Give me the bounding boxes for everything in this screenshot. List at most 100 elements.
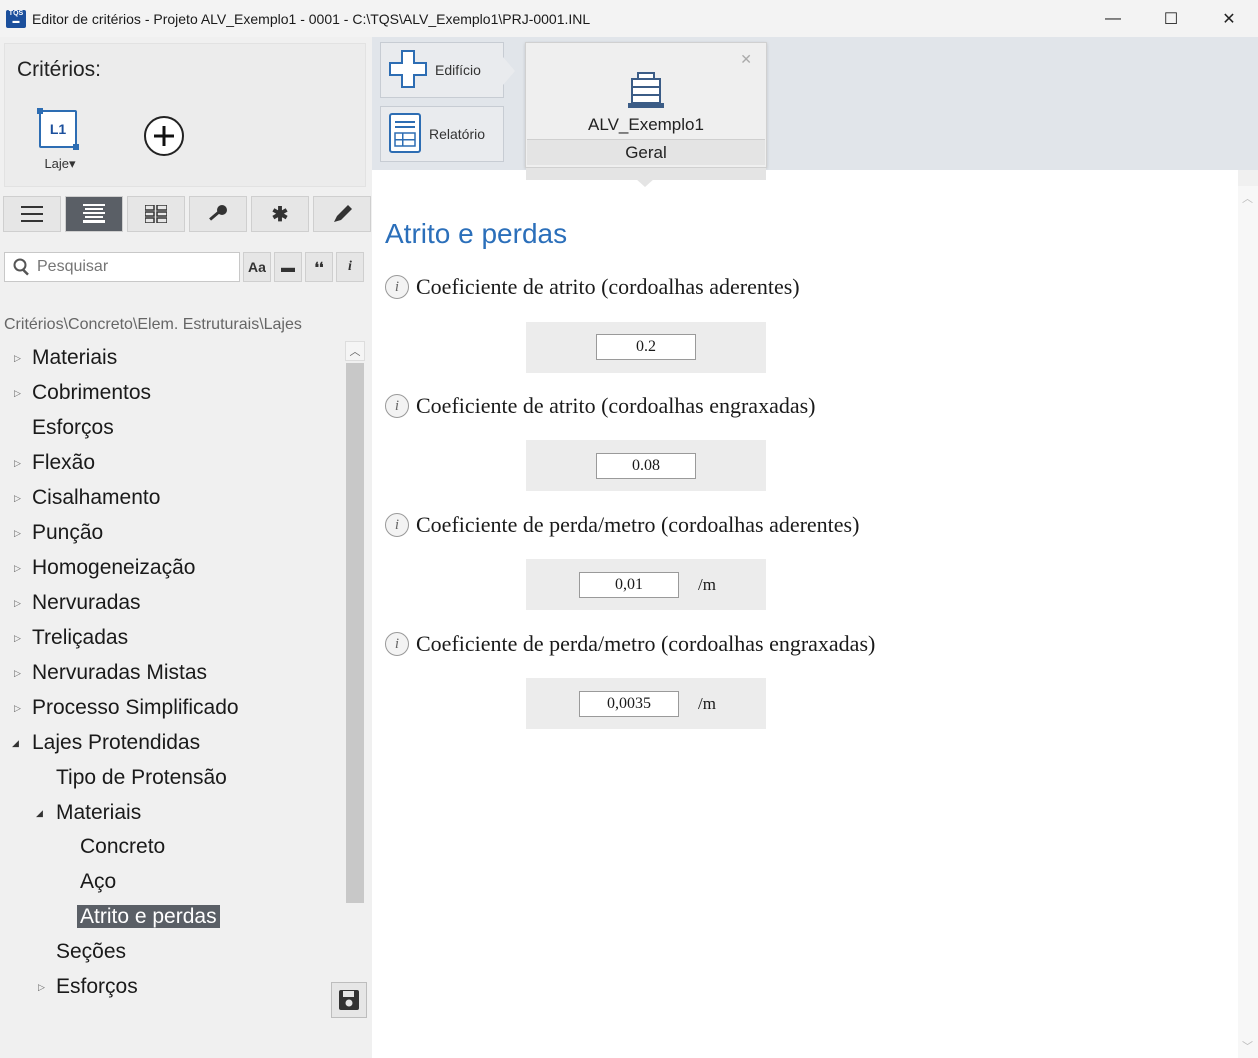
info-icon[interactable]: i	[385, 513, 409, 537]
loss-greased-input[interactable]: 0,0035	[579, 691, 679, 717]
scroll-down-icon[interactable]: ﹀	[1242, 1038, 1253, 1054]
tree-item[interactable]: ▷ Punção	[14, 518, 103, 548]
relatorio-label: Relatório	[429, 126, 486, 142]
floppy-disk-icon	[339, 990, 359, 1010]
tree-item[interactable]: ▷ Cobrimentos	[14, 378, 151, 408]
tree-item[interactable]: ▷ Nervuradas Mistas	[14, 658, 207, 688]
tree-item[interactable]: ▷ Nervuradas	[14, 588, 141, 618]
search-row: Aa ▬ ❛❛ i	[4, 252, 364, 282]
asterisk-icon: ✱	[271, 203, 289, 226]
info-icon[interactable]: i	[385, 394, 409, 418]
close-tab-icon[interactable]: ✕	[740, 51, 752, 68]
expand-arrow-icon[interactable]: ▷	[14, 553, 21, 583]
criterios-label: Critérios:	[17, 58, 102, 81]
criterios-box: Critérios: L1 Laje▾	[4, 43, 366, 187]
match-case-button[interactable]: Aa	[243, 252, 271, 282]
expand-arrow-icon[interactable]: ▷	[14, 483, 21, 513]
tree-item[interactable]: ▷ Homogeneização	[14, 553, 195, 583]
project-name: ALV_Exemplo1	[588, 115, 704, 134]
tab-pointer	[635, 178, 655, 187]
tree-scrollbar[interactable]: ︿ ﹀	[345, 341, 365, 1011]
asterisk-button[interactable]: ✱	[251, 196, 309, 232]
tree-item[interactable]: ▷ Flexão	[14, 448, 95, 478]
tree-item[interactable]: Aço	[80, 867, 116, 897]
tree-item[interactable]: ▷ Materiais	[14, 343, 117, 373]
relatorio-button[interactable]: Relatório	[380, 106, 504, 162]
param-label: i Coeficiente de perda/metro (cordoalhas…	[385, 631, 875, 657]
unit-label: /m	[698, 694, 716, 713]
tree-item[interactable]: ▷ Cisalhamento	[14, 483, 160, 513]
report-icon	[389, 112, 421, 156]
tree-item[interactable]: Seções	[56, 937, 126, 967]
tree-item[interactable]: ▷ Processo Simplificado	[14, 693, 239, 723]
tree-item[interactable]: ◢ Lajes Protendidas	[12, 728, 200, 758]
tree-item[interactable]: ▷ Treliçadas	[14, 623, 128, 653]
key-button[interactable]	[189, 196, 247, 232]
content-scrollbar[interactable]: ︿ ﹀	[1238, 186, 1258, 1058]
friction-adherent-input[interactable]: 0.2	[596, 334, 696, 360]
scroll-up-icon[interactable]: ︿	[1242, 190, 1253, 206]
tree-item[interactable]: Esforços	[32, 413, 114, 443]
expand-arrow-icon[interactable]: ▷	[14, 588, 21, 618]
expand-arrow-icon[interactable]: ▷	[14, 378, 21, 408]
expand-arrow-icon[interactable]: ▷	[38, 972, 45, 1002]
laje-icon: L1	[37, 108, 79, 150]
collapse-arrow-icon[interactable]: ◢	[12, 728, 19, 758]
param-box: 0.2	[526, 322, 766, 373]
tree-item[interactable]: Concreto	[80, 832, 165, 862]
info-icon[interactable]: i	[385, 275, 409, 299]
info-icon[interactable]: i	[385, 632, 409, 656]
section-title: Atrito e perdas	[385, 218, 568, 249]
tree-item[interactable]: Tipo de Protensão	[56, 763, 227, 793]
scroll-thumb[interactable]	[346, 363, 364, 903]
collapse-arrow-icon[interactable]: ◢	[36, 798, 43, 828]
detail-view-button[interactable]	[65, 196, 123, 232]
edificio-label: Edifício	[435, 62, 481, 78]
tree-item[interactable]: ▷ Esforços	[38, 972, 138, 1002]
window-title: Editor de critérios - Projeto ALV_Exempl…	[32, 10, 591, 27]
plus-cross-icon	[389, 49, 427, 91]
tree-item-selected[interactable]: Atrito e perdas	[77, 902, 220, 932]
building-icon	[626, 71, 666, 116]
minimize-button[interactable]: —	[1084, 0, 1142, 37]
search-input[interactable]	[37, 258, 227, 276]
grid-view-button[interactable]	[127, 196, 185, 232]
unit-label: /m	[698, 575, 716, 594]
param-label: i Coeficiente de perda/metro (cordoalhas…	[385, 512, 859, 538]
quote-button[interactable]: ❛❛	[305, 252, 333, 282]
edit-button[interactable]	[313, 196, 371, 232]
param-box: 0,01 /m	[526, 559, 766, 610]
expand-arrow-icon[interactable]: ▷	[14, 343, 21, 373]
expand-arrow-icon[interactable]: ▷	[14, 518, 21, 548]
breadcrumb: Critérios\Concreto\Elem. Estruturais\Laj…	[4, 316, 302, 333]
save-button[interactable]	[331, 982, 367, 1018]
expand-arrow-icon[interactable]: ▷	[14, 623, 21, 653]
param-label: i Coeficiente de atrito (cordoalhas ader…	[385, 274, 800, 300]
criteria-content	[372, 170, 1238, 1058]
param-label: i Coeficiente de atrito (cordoalhas engr…	[385, 393, 815, 419]
expand-arrow-icon[interactable]: ▷	[14, 693, 21, 723]
edificio-button[interactable]: Edifício	[380, 42, 515, 98]
grid-icon	[145, 205, 167, 223]
expand-arrow-icon[interactable]: ▷	[14, 448, 21, 478]
tree-item[interactable]: ◢ Materiais	[36, 798, 141, 828]
scroll-up-icon[interactable]: ︿	[345, 341, 365, 361]
laje-button[interactable]: L1 Laje▾	[37, 108, 81, 176]
list-view-button[interactable]	[3, 196, 61, 232]
maximize-button[interactable]: ☐	[1142, 0, 1200, 37]
project-tab[interactable]: ✕ ALV_Exemplo1 Geral	[525, 42, 767, 168]
friction-greased-input[interactable]: 0.08	[596, 453, 696, 479]
whole-field-button[interactable]: ▬	[274, 252, 302, 282]
add-criterio-button[interactable]	[144, 116, 184, 156]
plus-icon	[154, 126, 174, 146]
app-icon: TQS ▬	[6, 9, 26, 28]
close-button[interactable]: ✕	[1200, 0, 1258, 37]
info-search-button[interactable]: i	[336, 252, 364, 282]
criteria-tree: ▷ Materiais ▷ Cobrimentos Esforços ▷ Flexão…	[0, 343, 344, 1011]
search-box[interactable]	[4, 252, 240, 282]
loss-adherent-input[interactable]: 0,01	[579, 572, 679, 598]
param-box: 0.08	[526, 440, 766, 491]
tab-geral[interactable]: Geral	[527, 139, 765, 165]
laje-caption: Laje▾	[44, 156, 76, 171]
expand-arrow-icon[interactable]: ▷	[14, 658, 21, 688]
